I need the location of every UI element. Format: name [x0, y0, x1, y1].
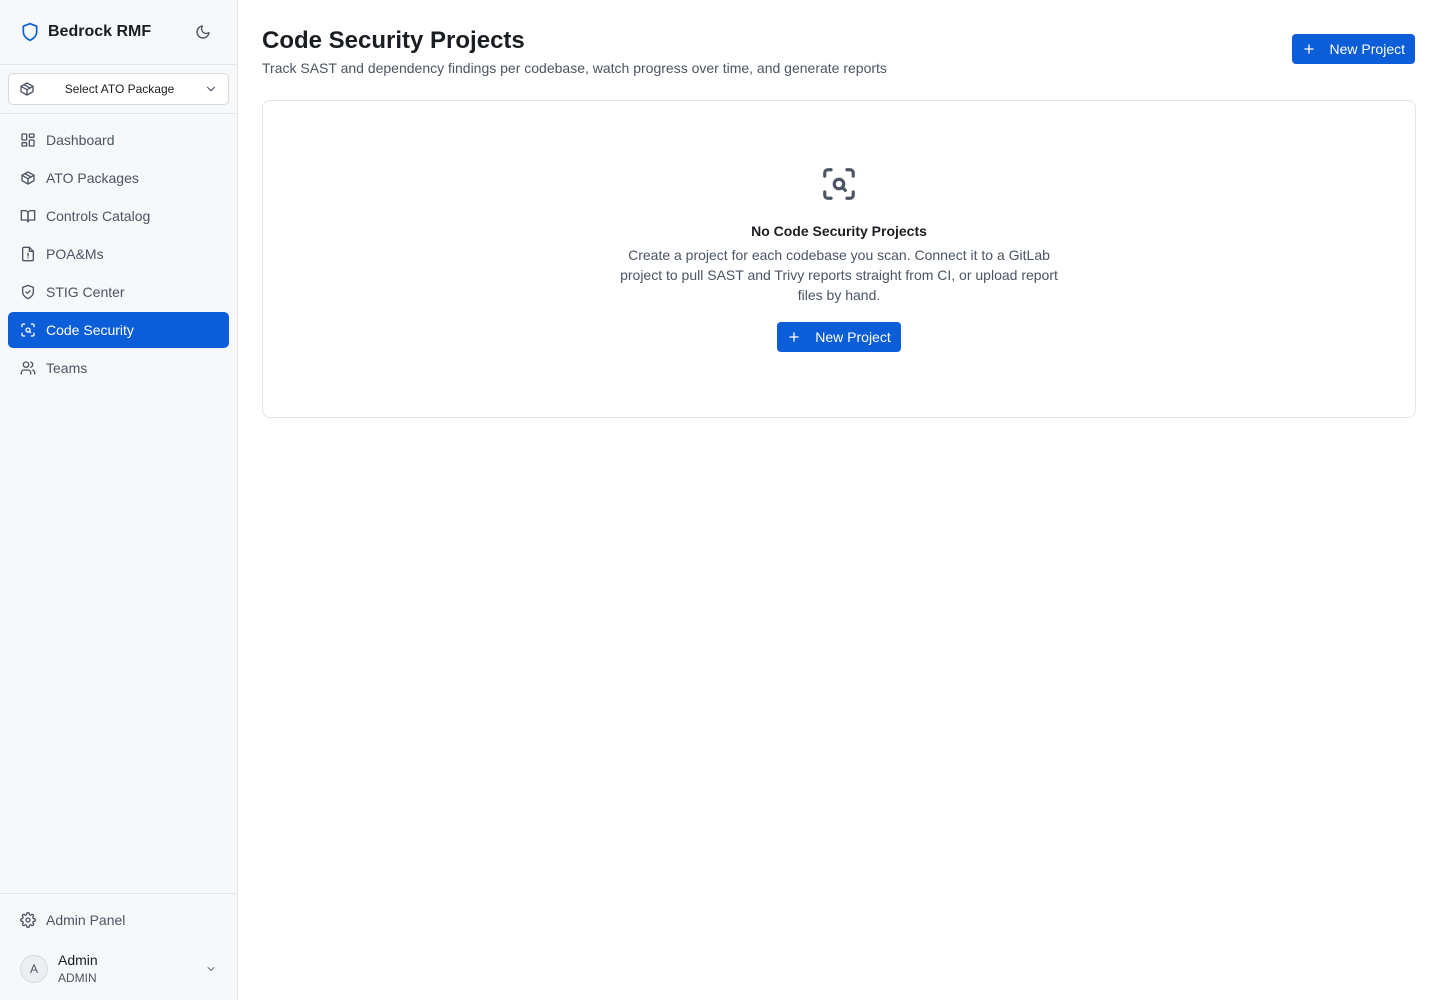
- shield-icon: [20, 22, 40, 42]
- app-shell: Bedrock RMF Select ATO Package Dashboard…: [0, 0, 1440, 1000]
- empty-state-title: No Code Security Projects: [751, 223, 927, 239]
- sidebar-item-ato-packages[interactable]: ATO Packages: [8, 160, 229, 196]
- brand-header: Bedrock RMF: [0, 0, 237, 65]
- page-titles: Code Security Projects Track SAST and de…: [262, 24, 1292, 76]
- theme-toggle-button[interactable]: [189, 18, 217, 46]
- avatar: A: [20, 955, 48, 983]
- scan-search-icon: [820, 165, 858, 203]
- empty-state-card: No Code Security Projects Create a proje…: [262, 100, 1416, 418]
- file-alert-icon: [20, 246, 36, 262]
- shield-check-icon: [20, 284, 36, 300]
- empty-state-new-project-button[interactable]: New Project: [777, 322, 901, 352]
- sidebar-nav: Dashboard ATO Packages Controls Catalog …: [0, 114, 237, 394]
- new-project-label: New Project: [1329, 41, 1405, 57]
- sidebar-item-label: Dashboard: [46, 132, 115, 148]
- empty-state-description: Create a project for each codebase you s…: [620, 247, 1058, 303]
- user-info: Admin ADMIN: [58, 952, 205, 985]
- brand-name: Bedrock RMF: [48, 23, 152, 40]
- scan-search-icon: [20, 322, 36, 338]
- book-icon: [20, 208, 36, 224]
- admin-panel-label: Admin Panel: [46, 912, 126, 928]
- dashboard-icon: [20, 132, 36, 148]
- package-select-wrap: Select ATO Package: [0, 65, 237, 114]
- sidebar-item-admin-panel[interactable]: Admin Panel: [8, 902, 229, 938]
- sidebar-item-label: STIG Center: [46, 284, 125, 300]
- users-icon: [20, 360, 36, 376]
- main-content: Code Security Projects Track SAST and de…: [238, 0, 1440, 1000]
- sidebar-item-label: Controls Catalog: [46, 208, 151, 224]
- ato-package-select[interactable]: Select ATO Package: [8, 73, 229, 105]
- plus-icon: [1302, 42, 1316, 56]
- sidebar-item-label: Teams: [46, 360, 88, 376]
- page-title: Code Security Projects: [262, 27, 525, 54]
- user-role: ADMIN: [58, 971, 97, 986]
- sidebar-item-label: ATO Packages: [46, 170, 139, 186]
- chevron-down-icon: [205, 963, 217, 975]
- user-menu[interactable]: A Admin ADMIN: [0, 938, 237, 1000]
- package-icon: [20, 170, 36, 186]
- sidebar-item-poams[interactable]: POA&Ms: [8, 236, 229, 272]
- new-project-button[interactable]: New Project: [1291, 34, 1415, 64]
- sidebar: Bedrock RMF Select ATO Package Dashboard…: [0, 0, 238, 1000]
- sidebar-item-label: POA&Ms: [46, 246, 104, 262]
- sidebar-item-dashboard[interactable]: Dashboard: [8, 122, 229, 158]
- chevron-down-icon: [204, 82, 218, 96]
- gear-icon: [20, 912, 36, 928]
- page-subtitle: Track SAST and dependency findings per c…: [262, 60, 887, 76]
- sidebar-item-controls-catalog[interactable]: Controls Catalog: [8, 198, 229, 234]
- sidebar-footer: Admin Panel A Admin ADMIN: [0, 893, 237, 1000]
- package-icon: [19, 81, 35, 97]
- sidebar-item-label: Code Security: [46, 322, 134, 338]
- moon-icon: [195, 24, 211, 40]
- empty-state-new-project-label: New Project: [815, 329, 891, 345]
- sidebar-item-teams[interactable]: Teams: [8, 350, 229, 386]
- plus-icon: [787, 330, 801, 344]
- page-header: Code Security Projects Track SAST and de…: [262, 24, 1416, 76]
- ato-package-select-label: Select ATO Package: [64, 82, 175, 96]
- user-name: Admin: [58, 952, 98, 969]
- sidebar-item-code-security[interactable]: Code Security: [8, 312, 229, 348]
- sidebar-item-stig-center[interactable]: STIG Center: [8, 274, 229, 310]
